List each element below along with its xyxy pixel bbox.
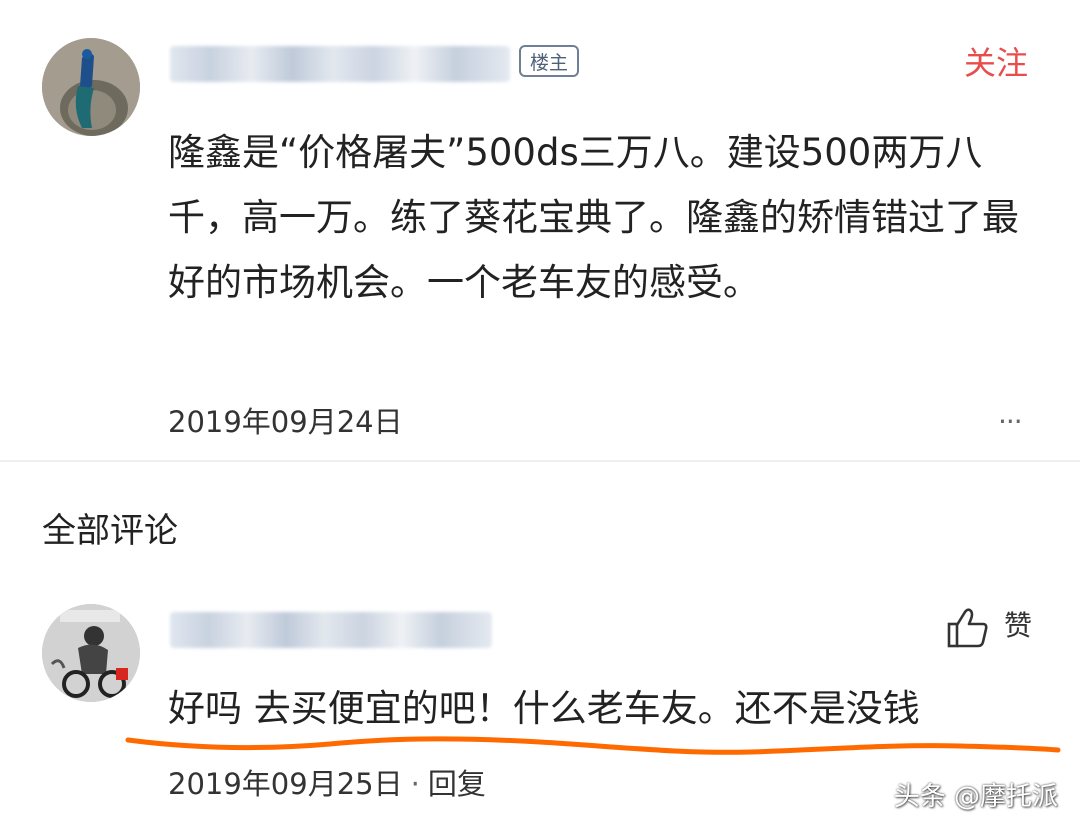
orange-handdrawn-underline: [125, 736, 1061, 755]
commenter-avatar[interactable]: [42, 604, 140, 702]
post-content: 隆鑫是“价格屠夫”500ds三万八。建设500两万八千，高一万。练了葵花宝典了。…: [168, 131, 1019, 304]
post-date: 2019年09月24日: [168, 405, 403, 439]
follow-button[interactable]: 关注: [964, 43, 1028, 83]
all-comments-title: 全部评论: [42, 511, 178, 551]
comment-meta: 2019年09月25日 · 回复: [168, 766, 486, 802]
section-divider: [0, 460, 1080, 462]
watermark: 头条 @摩托派: [893, 782, 1058, 812]
thumbs-up-icon[interactable]: [946, 606, 990, 650]
comment-date: 2019年09月25日: [168, 767, 403, 801]
like-label[interactable]: 赞: [1004, 608, 1032, 644]
author-avatar[interactable]: [42, 38, 140, 136]
author-name-blurred[interactable]: [170, 46, 510, 82]
op-badge: 楼主: [519, 45, 580, 77]
more-options-icon[interactable]: ···: [998, 404, 1023, 440]
meta-separator: ·: [410, 767, 420, 801]
motorcycle-avatar-image: [42, 604, 140, 702]
peacock-avatar-image: [42, 38, 140, 136]
reply-button[interactable]: 回复: [428, 767, 486, 801]
commenter-name-blurred[interactable]: [170, 612, 492, 648]
